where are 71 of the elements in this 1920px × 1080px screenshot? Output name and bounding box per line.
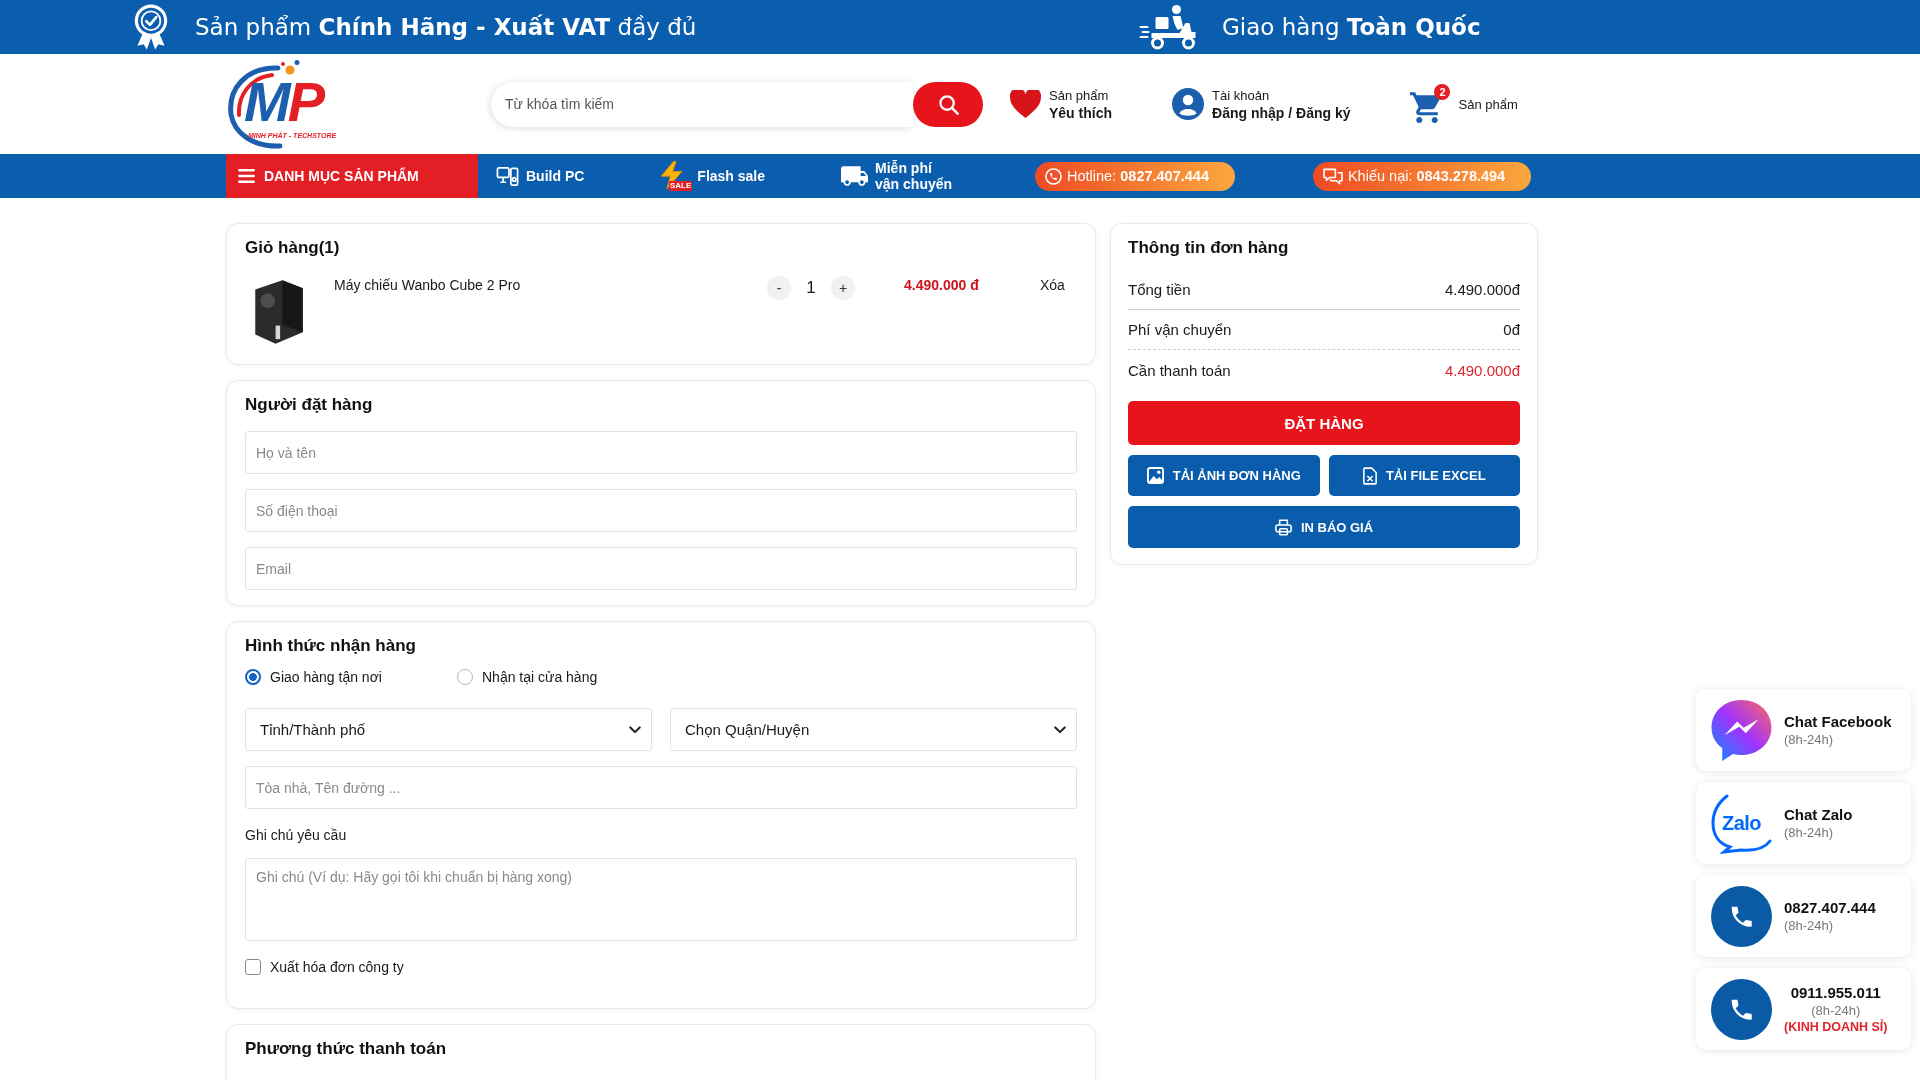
email-field[interactable]: Email bbox=[245, 547, 1077, 590]
checkbox-label[interactable]: Xuất hóa đơn công ty bbox=[270, 958, 404, 976]
spreadsheet-file-icon bbox=[1362, 466, 1377, 485]
address-field[interactable]: Tòa nhà, Tên đường ... bbox=[245, 766, 1077, 809]
phone-call-link[interactable]: 0911.955.011 (8h-24h) (KINH DOANH SỈ) bbox=[1696, 968, 1911, 1050]
chevron-down-icon bbox=[1054, 725, 1066, 734]
truck-icon bbox=[841, 166, 869, 186]
radio-button[interactable] bbox=[245, 669, 261, 685]
product-name[interactable]: Máy chiếu Wanbo Cube 2 Pro bbox=[334, 276, 754, 294]
checkbox[interactable] bbox=[245, 959, 261, 975]
promo-text: Sản phẩm Chính Hãng - Xuất VAT đầy đủ bbox=[195, 14, 697, 40]
download-image-button[interactable]: TẢI ẢNH ĐƠN HÀNG bbox=[1128, 455, 1320, 496]
messenger-chat-link[interactable]: Chat Facebook (8h-24h) bbox=[1696, 689, 1911, 771]
district-select[interactable]: Chọn Quận/Huyện bbox=[670, 708, 1077, 751]
quantity-value: 1 bbox=[805, 277, 817, 299]
option-label[interactable]: Giao hàng tận nơi bbox=[270, 668, 382, 686]
option-label[interactable]: Nhận tại cửa hàng bbox=[482, 668, 598, 686]
chat-icon bbox=[1322, 167, 1343, 185]
chevron-down-icon bbox=[629, 725, 641, 734]
award-badge-icon bbox=[132, 4, 170, 50]
card-title: Hình thức nhận hàng bbox=[245, 635, 417, 657]
search-field[interactable]: Từ khóa tìm kiếm bbox=[491, 81, 913, 127]
phone-call-link[interactable]: 0827.407.444 (8h-24h) bbox=[1696, 875, 1911, 957]
free-shipping-link[interactable]: Miễn phí vận chuyển bbox=[841, 160, 960, 192]
card-title: Giỏ hàng(1) bbox=[245, 237, 341, 259]
item-price: 4.490.000 đ bbox=[904, 276, 980, 294]
phone-field[interactable]: Số điện thoại bbox=[245, 489, 1077, 532]
field-label: Ghi chú yêu cầu bbox=[245, 826, 347, 844]
phone-icon bbox=[1045, 167, 1063, 185]
account-link[interactable]: Tài khoản Đăng nhập / Đăng ký bbox=[1172, 86, 1351, 122]
zalo-chat-link[interactable]: Zalo Chat Zalo (8h-24h) bbox=[1696, 782, 1911, 864]
computer-icon bbox=[496, 164, 519, 188]
place-order-button[interactable]: ĐẶT HÀNG bbox=[1128, 401, 1520, 445]
download-excel-button[interactable]: TẢI FILE EXCEL bbox=[1328, 455, 1520, 496]
summary-value: 0đ bbox=[1503, 321, 1520, 338]
product-photo bbox=[253, 278, 305, 346]
phone-icon bbox=[1711, 885, 1772, 947]
full-name-field[interactable]: Họ và tên bbox=[245, 431, 1077, 474]
promo-text: Giao hàng Toàn Quốc bbox=[1222, 14, 1481, 40]
flash-sale-link[interactable]: SALE Flash sale bbox=[660, 161, 766, 191]
zalo-logo: Zalo bbox=[1711, 792, 1772, 854]
wishlist-link[interactable]: Sản phẩm Yêu thích bbox=[1010, 86, 1112, 122]
decrease-button[interactable]: - bbox=[767, 276, 791, 300]
summary-label: Tổng tiền bbox=[1128, 281, 1191, 298]
category-menu-button[interactable]: DANH MỤC SẢN PHẨM bbox=[226, 154, 478, 198]
summary-value: 4.490.000đ bbox=[1444, 361, 1520, 379]
messenger-icon bbox=[1711, 699, 1772, 761]
cart-link[interactable]: 2 Sản phẩm bbox=[1410, 84, 1518, 124]
search-button[interactable] bbox=[913, 81, 983, 127]
remove-link[interactable]: Xóa bbox=[1040, 276, 1065, 294]
province-select[interactable]: Tỉnh/Thành phố bbox=[245, 708, 652, 751]
card-title: Người đặt hàng bbox=[245, 394, 374, 416]
card-title: Thông tin đơn hàng bbox=[1128, 237, 1290, 259]
sale-tag: SALE bbox=[669, 181, 693, 191]
phone-icon bbox=[1711, 978, 1772, 1040]
user-icon bbox=[1172, 88, 1204, 120]
image-icon bbox=[1146, 467, 1164, 484]
increase-button[interactable]: + bbox=[831, 276, 855, 300]
cart-count-badge: 2 bbox=[1434, 84, 1451, 100]
menu-icon bbox=[238, 169, 255, 183]
build-pc-link[interactable]: Build PC bbox=[496, 164, 585, 188]
search-icon bbox=[937, 93, 959, 115]
card-title: Phương thức thanh toán bbox=[245, 1038, 448, 1060]
summary-label: Phí vận chuyển bbox=[1128, 321, 1232, 338]
summary-label: Cần thanh toán bbox=[1128, 361, 1231, 379]
print-quote-button[interactable]: IN BÁO GIÁ bbox=[1128, 506, 1520, 548]
heart-icon bbox=[1010, 90, 1041, 118]
radio-button[interactable] bbox=[457, 669, 473, 685]
printer-icon bbox=[1274, 518, 1292, 536]
summary-value: 4.490.000đ bbox=[1444, 281, 1520, 298]
note-field[interactable]: Ghi chú (Ví dụ: Hãy gọi tôi khi chuẩn bị hàng xong) bbox=[245, 858, 1077, 941]
